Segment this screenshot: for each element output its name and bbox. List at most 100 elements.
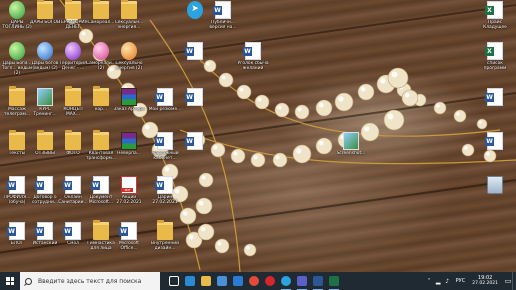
- taskbar-chrome-button[interactable]: [246, 272, 262, 290]
- pearl-highlight: [364, 126, 370, 132]
- desktop-icon[interactable]: Акции 27.02.2021: [112, 176, 146, 205]
- taskbar-task-view-button[interactable]: [166, 272, 182, 290]
- desktop-icon[interactable]: Массажный кабинет...: [148, 132, 182, 161]
- search-icon: [25, 277, 32, 285]
- chevron-up-icon[interactable]: ˄: [425, 278, 434, 285]
- taskbar-excel-button[interactable]: [326, 272, 342, 290]
- desktop-icon[interactable]: список программ: [478, 42, 512, 71]
- desktop-icon-label: Массажный кабинет...: [151, 151, 179, 161]
- desktop-icon[interactable]: [178, 132, 212, 151]
- pearl-bead: [230, 148, 246, 164]
- pearl-bead: [198, 172, 214, 188]
- archive-icon: [121, 132, 137, 150]
- show-desktop-button[interactable]: [512, 272, 516, 290]
- pearl-highlight: [201, 175, 206, 180]
- desktop-icon[interactable]: Публичн... версия на...: [206, 1, 240, 30]
- desktop-icon[interactable]: Дарин 27.02.2021: [148, 176, 182, 205]
- taskbar-telegram-button[interactable]: [278, 272, 294, 290]
- taskbar-mail-button[interactable]: [230, 272, 246, 290]
- search-placeholder: Введите здесь текст для поиска: [38, 277, 142, 285]
- desktop-icon[interactable]: [478, 88, 512, 107]
- desktop-icon[interactable]: Прайс Кладущее: [478, 1, 512, 30]
- taskbar-opera-button[interactable]: [262, 272, 278, 290]
- word-document-icon: [485, 132, 503, 150]
- taskbar: Введите здесь текст для поиска ˄ ▂ ♪ РУС…: [0, 272, 516, 290]
- word-document-icon: [7, 222, 25, 240]
- pearl-highlight: [164, 166, 170, 172]
- desktop: ДАРЫ ТОГЛИНЬ (2) ДАРЫ БОГОВ ТЕРРИТОРИЯ ДЕН…: [0, 0, 516, 272]
- pearl-bead: [315, 99, 333, 117]
- folder-icon: [9, 86, 25, 106]
- pearl-bead: [433, 101, 447, 115]
- desktop-icon[interactable]: Screenshot...: [334, 132, 368, 156]
- pearl-highlight: [456, 112, 460, 116]
- taskbar-edge-button[interactable]: [182, 272, 198, 290]
- desktop-icon[interactable]: [178, 42, 212, 61]
- pearl-bead: [294, 104, 310, 120]
- word-document-icon: [63, 222, 81, 240]
- volume-icon[interactable]: ♪: [443, 278, 452, 285]
- desktop-icon[interactable]: Сексуально энергия (2): [112, 42, 146, 71]
- taskbar-explorer-button[interactable]: [198, 272, 214, 290]
- clock[interactable]: 19:02 27.02.2021: [472, 275, 498, 287]
- desktop-icon[interactable]: Microsoft Office...: [112, 222, 146, 251]
- desktop-icon-label: Акции 27.02.2021: [116, 195, 142, 205]
- app-icon: [9, 42, 25, 60]
- pearl-bead: [195, 197, 213, 215]
- pearl-highlight: [275, 155, 280, 160]
- desktop-icon-label: Сексуальн... энергия...: [114, 20, 144, 30]
- pdf-icon: [121, 176, 137, 194]
- opera-icon: [265, 276, 275, 286]
- edge-icon: [185, 276, 195, 286]
- desktop-icon[interactable]: [178, 88, 212, 107]
- notification-icon[interactable]: ▭: [504, 272, 512, 290]
- desktop-icon[interactable]: Неверпа...: [112, 132, 146, 156]
- word-document-icon: [155, 132, 173, 150]
- app-icon: [37, 42, 53, 60]
- taskbar-word-button[interactable]: [310, 272, 326, 290]
- excel-icon: [329, 276, 339, 286]
- pearl-bead: [272, 152, 288, 168]
- pearl-highlight: [277, 105, 282, 110]
- word-document-icon: [91, 176, 109, 194]
- search-box[interactable]: Введите здесь текст для поиска: [20, 272, 160, 290]
- pearl-bead: [274, 102, 290, 118]
- desktop-icon[interactable]: Сексуальн... энергия...: [112, 0, 146, 30]
- system-tray: ˄ ▂ ♪ РУС 19:02 27.02.2021 ▭: [425, 272, 516, 290]
- task-view-icon: [169, 276, 179, 286]
- start-button[interactable]: [0, 272, 20, 290]
- pearl-bead: [210, 142, 226, 158]
- taskbar-teams-button[interactable]: [294, 272, 310, 290]
- chrome-icon: [249, 276, 259, 286]
- telegram-icon: [281, 276, 291, 286]
- language-indicator[interactable]: РУС: [456, 278, 466, 284]
- desktop-icon-label: Microsoft Office...: [119, 241, 139, 251]
- pearl-highlight: [387, 113, 394, 120]
- word-document-icon: [155, 88, 173, 106]
- word-document-icon: [7, 176, 25, 194]
- excel-document-icon: [485, 1, 503, 19]
- folder-icon: [37, 0, 53, 19]
- image-file-icon: [37, 88, 53, 106]
- pearl-highlight: [246, 246, 250, 250]
- pearl-bead: [401, 89, 419, 107]
- pearl-bead: [254, 94, 270, 110]
- telegram-icon: ➤: [187, 1, 203, 19]
- desktop-icon[interactable]: Внутренний дизайн...: [148, 220, 182, 251]
- pearl-bead: [214, 238, 230, 254]
- desktop-icon[interactable]: [478, 176, 512, 195]
- desktop-icon[interactable]: Заказ Артера: [112, 88, 146, 112]
- taskbar-store-button[interactable]: [214, 272, 230, 290]
- desktop-icon[interactable]: Мои резюме...: [148, 88, 182, 112]
- pearl-bead: [203, 59, 217, 73]
- desktop-icon[interactable]: Уголок сбыча желаний: [236, 42, 270, 71]
- excel-document-icon: [485, 42, 503, 60]
- network-icon[interactable]: ▂: [434, 278, 443, 285]
- pearl-highlight: [253, 155, 258, 160]
- desktop-icon[interactable]: [478, 132, 512, 151]
- folder-icon: [93, 0, 109, 19]
- word-document-icon: [63, 176, 81, 194]
- word-document-icon: [35, 222, 53, 240]
- word-document-icon: [119, 222, 137, 240]
- folder-icon: [37, 130, 53, 150]
